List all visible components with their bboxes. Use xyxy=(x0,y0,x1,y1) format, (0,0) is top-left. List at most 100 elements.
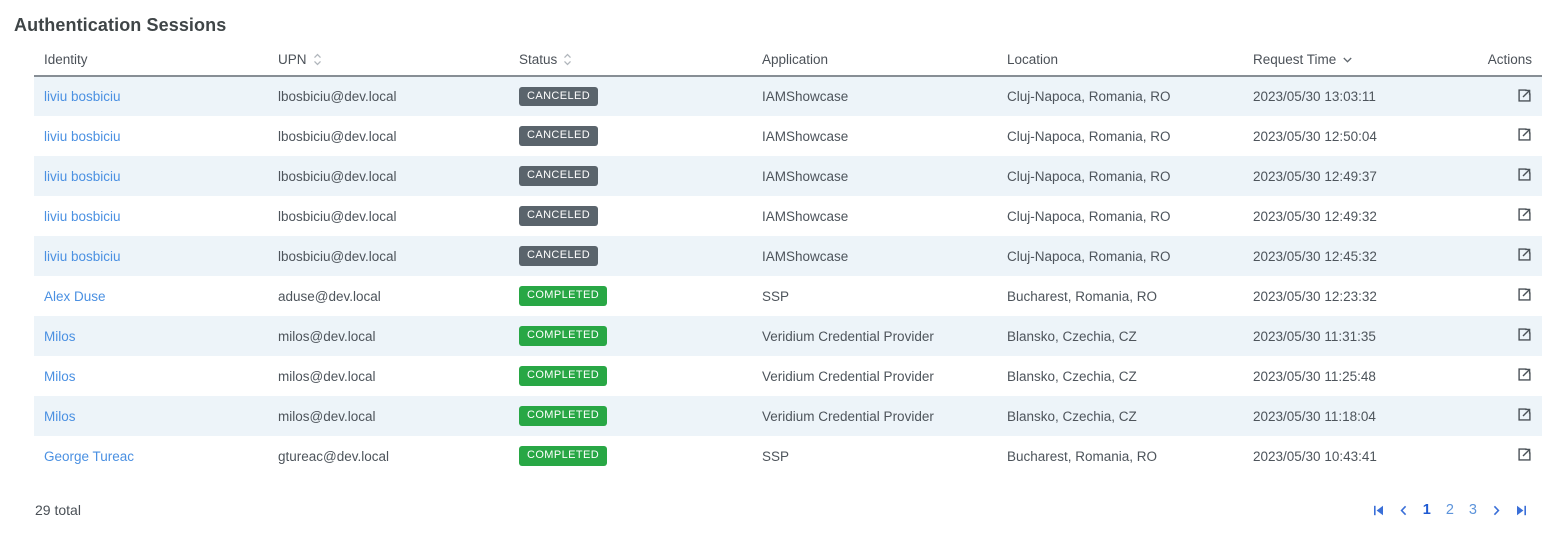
status-cell: CANCELED xyxy=(509,236,752,276)
open-session-button[interactable] xyxy=(1516,166,1533,183)
upn-cell: milos@dev.local xyxy=(268,316,509,356)
identity-cell: liviu bosbiciu xyxy=(34,76,268,116)
identity-link[interactable]: liviu bosbiciu xyxy=(44,209,121,224)
location-cell: Cluj-Napoca, Romania, RO xyxy=(997,196,1243,236)
pagination: 1 2 3 xyxy=(1369,500,1531,520)
identity-cell: liviu bosbiciu xyxy=(34,116,268,156)
identity-link[interactable]: liviu bosbiciu xyxy=(44,169,121,184)
application-cell: IAMShowcase xyxy=(752,156,997,196)
table-footer: 29 total 1 2 3 xyxy=(35,500,1531,520)
identity-link[interactable]: Milos xyxy=(44,369,76,384)
identity-link[interactable]: George Tureac xyxy=(44,449,134,464)
application-value: IAMShowcase xyxy=(762,169,848,184)
status-cell: COMPLETED xyxy=(509,436,752,476)
upn-value: lbosbiciu@dev.local xyxy=(278,169,397,184)
location-value: Cluj-Napoca, Romania, RO xyxy=(1007,129,1171,144)
page-button-3[interactable]: 3 xyxy=(1465,500,1481,520)
location-value: Bucharest, Romania, RO xyxy=(1007,289,1157,304)
actions-cell xyxy=(1443,396,1542,436)
application-cell: Veridium Credential Provider xyxy=(752,396,997,436)
open-session-button[interactable] xyxy=(1516,326,1533,343)
session-row: liviu bosbiciu lbosbiciu@dev.local CANCE… xyxy=(34,156,1542,196)
status-cell: COMPLETED xyxy=(509,276,752,316)
previous-page-button[interactable] xyxy=(1395,502,1412,519)
sort-both-icon xyxy=(563,53,572,66)
total-count-label: 29 total xyxy=(35,502,81,518)
actions-cell xyxy=(1443,276,1542,316)
identity-cell: liviu bosbiciu xyxy=(34,236,268,276)
next-page-button[interactable] xyxy=(1488,502,1505,519)
request-time-value: 2023/05/30 10:43:41 xyxy=(1253,449,1377,464)
page-button-1[interactable]: 1 xyxy=(1419,500,1435,520)
open-session-button[interactable] xyxy=(1516,206,1533,223)
open-session-button[interactable] xyxy=(1516,246,1533,263)
location-cell: Bucharest, Romania, RO xyxy=(997,276,1243,316)
open-session-button[interactable] xyxy=(1516,286,1533,303)
authentication-sessions-page: Authentication Sessions Identity UPN xyxy=(0,0,1563,520)
sessions-table: Identity UPN Status xyxy=(34,45,1542,476)
upn-value: lbosbiciu@dev.local xyxy=(278,89,397,104)
upn-value: gtureac@dev.local xyxy=(278,449,389,464)
identity-link[interactable]: Alex Duse xyxy=(44,289,106,304)
status-cell: CANCELED xyxy=(509,76,752,116)
application-value: Veridium Credential Provider xyxy=(762,329,934,344)
chevron-right-icon xyxy=(1491,505,1502,520)
session-row: liviu bosbiciu lbosbiciu@dev.local CANCE… xyxy=(34,116,1542,156)
status-cell: COMPLETED xyxy=(509,316,752,356)
identity-link[interactable]: liviu bosbiciu xyxy=(44,249,121,264)
location-value: Cluj-Napoca, Romania, RO xyxy=(1007,89,1171,104)
location-cell: Cluj-Napoca, Romania, RO xyxy=(997,156,1243,196)
identity-link[interactable]: Milos xyxy=(44,329,76,344)
upn-value: milos@dev.local xyxy=(278,329,376,344)
identity-cell: Alex Duse xyxy=(34,276,268,316)
identity-link[interactable]: Milos xyxy=(44,409,76,424)
column-header-request-time[interactable]: Request Time xyxy=(1243,45,1443,76)
open-session-icon xyxy=(1516,331,1533,346)
open-session-icon xyxy=(1516,92,1533,107)
request-time-value: 2023/05/30 13:03:11 xyxy=(1253,89,1376,104)
page-button-2[interactable]: 2 xyxy=(1442,500,1458,520)
identity-cell: liviu bosbiciu xyxy=(34,156,268,196)
application-value: IAMShowcase xyxy=(762,89,848,104)
request-time-cell: 2023/05/30 12:49:37 xyxy=(1243,156,1443,196)
column-header-status[interactable]: Status xyxy=(509,45,752,76)
open-session-button[interactable] xyxy=(1516,87,1533,104)
request-time-value: 2023/05/30 11:18:04 xyxy=(1253,409,1376,424)
status-cell: COMPLETED xyxy=(509,356,752,396)
first-page-button[interactable] xyxy=(1369,502,1388,519)
actions-cell xyxy=(1443,356,1542,396)
open-session-button[interactable] xyxy=(1516,446,1533,463)
column-header-label: UPN xyxy=(278,52,307,67)
open-session-button[interactable] xyxy=(1516,366,1533,383)
status-badge: COMPLETED xyxy=(519,326,607,345)
status-badge: COMPLETED xyxy=(519,406,607,425)
application-cell: IAMShowcase xyxy=(752,196,997,236)
request-time-value: 2023/05/30 11:31:35 xyxy=(1253,329,1376,344)
session-row: George Tureac gtureac@dev.local COMPLETE… xyxy=(34,436,1542,476)
actions-cell xyxy=(1443,156,1542,196)
last-page-icon xyxy=(1515,505,1528,520)
application-cell: SSP xyxy=(752,436,997,476)
upn-cell: milos@dev.local xyxy=(268,356,509,396)
request-time-value: 2023/05/30 12:50:04 xyxy=(1253,129,1377,144)
open-session-icon xyxy=(1516,251,1533,266)
identity-cell: liviu bosbiciu xyxy=(34,196,268,236)
request-time-cell: 2023/05/30 12:49:32 xyxy=(1243,196,1443,236)
identity-link[interactable]: liviu bosbiciu xyxy=(44,129,121,144)
status-cell: CANCELED xyxy=(509,156,752,196)
session-row: Milos milos@dev.local COMPLETED Veridium… xyxy=(34,356,1542,396)
column-header-label: Request Time xyxy=(1253,52,1336,67)
column-header-upn[interactable]: UPN xyxy=(268,45,509,76)
actions-cell xyxy=(1443,116,1542,156)
chevron-left-icon xyxy=(1398,505,1409,520)
open-session-icon xyxy=(1516,411,1533,426)
open-session-button[interactable] xyxy=(1516,406,1533,423)
last-page-button[interactable] xyxy=(1512,502,1531,519)
open-session-icon xyxy=(1516,451,1533,466)
identity-link[interactable]: liviu bosbiciu xyxy=(44,89,121,104)
open-session-button[interactable] xyxy=(1516,126,1533,143)
open-session-icon xyxy=(1516,171,1533,186)
location-value: Cluj-Napoca, Romania, RO xyxy=(1007,209,1171,224)
application-cell: IAMShowcase xyxy=(752,116,997,156)
session-row: liviu bosbiciu lbosbiciu@dev.local CANCE… xyxy=(34,196,1542,236)
